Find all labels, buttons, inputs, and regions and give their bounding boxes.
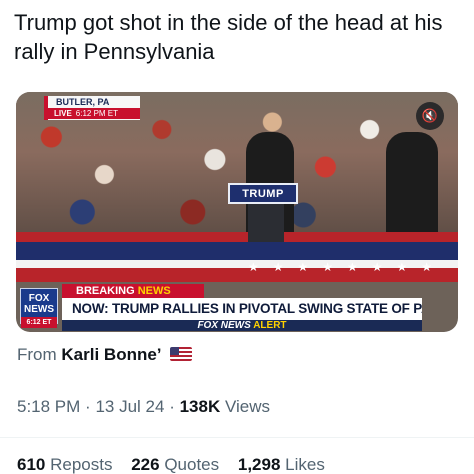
tweet-text: Trump got shot in the side of the head a… [14, 10, 443, 64]
breaking-news-banner: BREAKING NEWS [62, 284, 204, 298]
fox-logo-bottom: NEWS [24, 304, 54, 315]
meta-separator: · [169, 397, 175, 416]
fox-logo-time: 6:12 ET [21, 317, 57, 328]
quotes-stat[interactable]: 226 Quotes [131, 455, 219, 474]
likes-label: Likes [285, 455, 325, 474]
alert-brand: FOX NEWS [197, 320, 251, 331]
tweet-time[interactable]: 5:18 PM [17, 397, 80, 416]
mute-button[interactable]: 🔇 [416, 102, 444, 130]
podium [248, 204, 284, 242]
location-label: BUTLER, PA [56, 97, 110, 107]
live-time: 6:12 PM ET [75, 109, 119, 118]
news-lower-third: FOX NEWS 6:12 ET BREAKING NEWS NOW: TRUM… [16, 282, 458, 332]
reposts-count: 610 [17, 455, 46, 474]
news-word: NEWS [137, 285, 171, 297]
views-label: Views [224, 397, 271, 416]
attribution-author-link[interactable]: Karli Bonne’ [61, 345, 161, 364]
tweet-meta: 5:18 PM · 13 Jul 24 · 138K Views [17, 397, 270, 417]
engagement-stats: 610 Reposts 226 Quotes 1,298 Likes [17, 455, 339, 474]
reposts-label: Reposts [50, 455, 113, 474]
fox-logo-top: FOX [28, 293, 50, 304]
meta-separator: · [85, 397, 91, 416]
stage-bunting-top [16, 232, 458, 242]
live-label: LIVE [54, 109, 72, 118]
tweet-date[interactable]: 13 Jul 24 [95, 397, 164, 416]
breaking-word: BREAKING [76, 285, 135, 297]
quotes-label: Quotes [164, 455, 220, 474]
live-badge: LIVE 6:12 PM ET [48, 108, 140, 119]
quotes-count: 226 [131, 455, 160, 474]
secret-service-agent-figure [386, 132, 438, 242]
reposts-stat[interactable]: 610 Reposts [17, 455, 112, 474]
fox-news-logo: FOX NEWS 6:12 ET [20, 288, 58, 328]
likes-count: 1,298 [237, 455, 281, 474]
likes-stat[interactable]: 1,298 Likes [238, 455, 325, 474]
us-flag-icon [170, 347, 193, 361]
news-headline: NOW: TRUMP RALLIES IN PIVOTAL SWING STAT… [62, 298, 422, 320]
divider [0, 437, 474, 438]
fox-news-alert-bar: FOX NEWS ALERT [62, 320, 422, 331]
stage-sign: TRUMP [228, 183, 298, 204]
live-location-bug: BUTLER, PA LIVE 6:12 PM ET [44, 96, 140, 120]
tweet-video[interactable]: ★★★★★★★★ TRUMP BUTLER, PA LIVE 6:12 PM ET… [16, 92, 458, 332]
video-attribution: From Karli Bonne’ [17, 345, 193, 365]
views-count: 138K [179, 397, 221, 416]
attribution-prefix: From [17, 345, 57, 364]
bunting-stars: ★★★★★★★★ [247, 260, 446, 274]
speaker-muted-icon: 🔇 [421, 108, 439, 123]
alert-word: ALERT [253, 320, 287, 331]
